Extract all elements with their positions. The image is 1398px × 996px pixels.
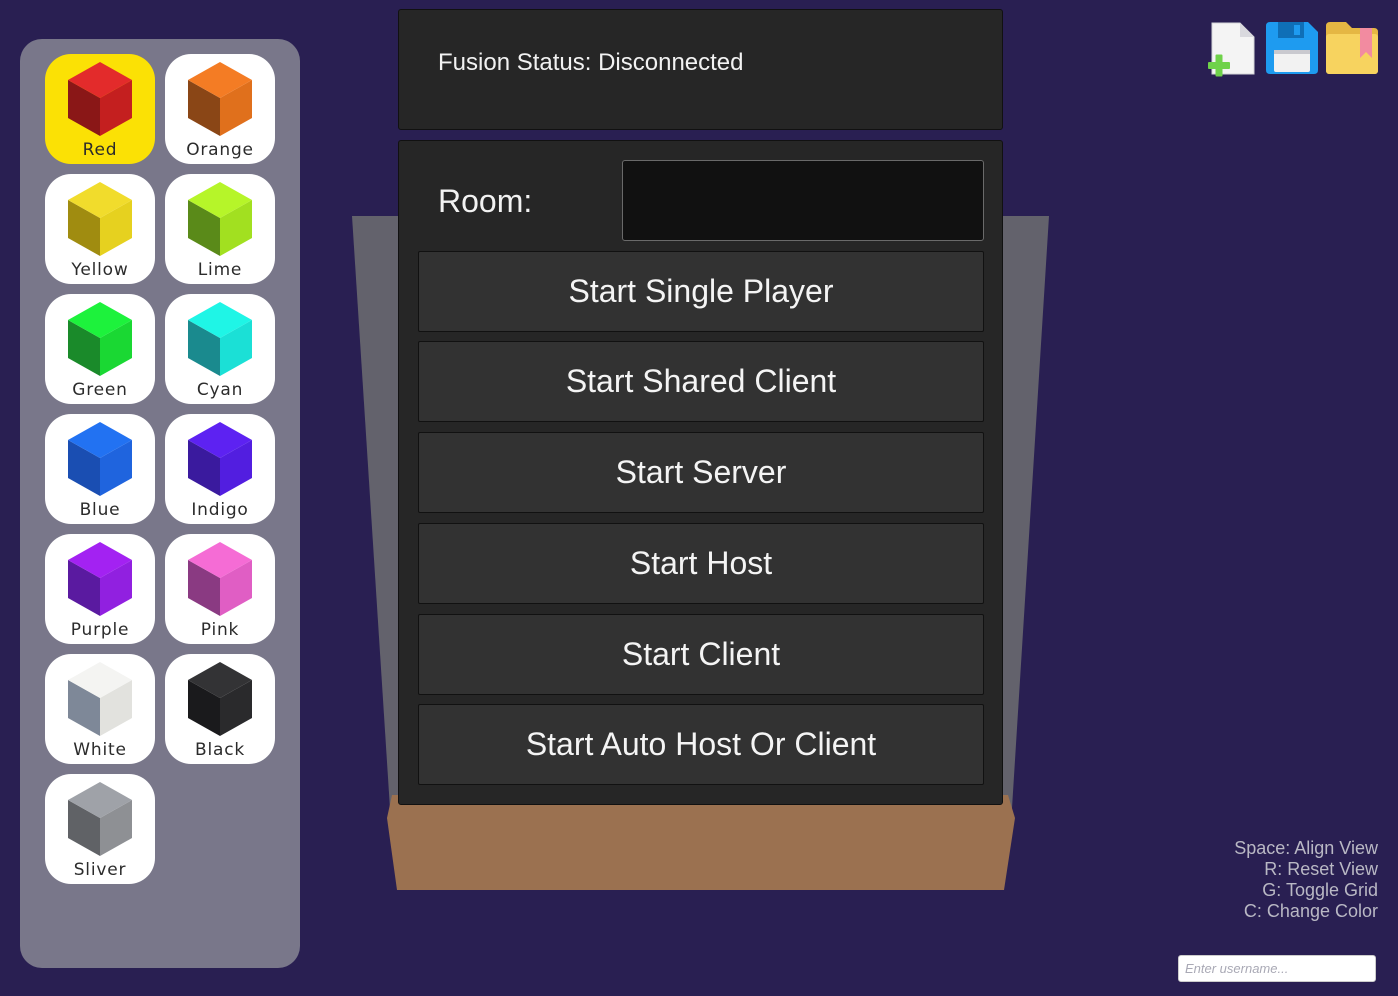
cube-icon-yellow xyxy=(68,182,132,256)
wooden-base xyxy=(387,795,1015,890)
color-swatch-green[interactable]: Green xyxy=(45,294,155,404)
color-swatch-label: Red xyxy=(82,140,118,160)
hint-reset-view: R: Reset View xyxy=(1264,859,1378,879)
hint-toggle-grid: G: Toggle Grid xyxy=(1262,880,1378,900)
cube-icon-indigo xyxy=(188,422,252,496)
start-client-button[interactable]: Start Client xyxy=(418,614,984,695)
color-swatch-black[interactable]: Black xyxy=(165,654,275,764)
start-menu-panel: Room: Start Single Player Start Shared C… xyxy=(398,140,1003,805)
save-icon[interactable] xyxy=(1264,20,1320,76)
color-swatch-lime[interactable]: Lime xyxy=(165,174,275,284)
open-folder-icon[interactable] xyxy=(1324,20,1380,76)
color-swatch-label: Yellow xyxy=(71,260,129,280)
color-swatch-purple[interactable]: Purple xyxy=(45,534,155,644)
start-single-player-button[interactable]: Start Single Player xyxy=(418,251,984,332)
color-swatch-label: Pink xyxy=(200,620,240,640)
cube-icon-pink xyxy=(188,542,252,616)
cube-icon-blue xyxy=(68,422,132,496)
cube-icon-white xyxy=(68,662,132,736)
room-input[interactable] xyxy=(622,160,984,241)
color-swatch-label: Cyan xyxy=(196,380,244,400)
color-swatch-yellow[interactable]: Yellow xyxy=(45,174,155,284)
start-auto-host-or-client-button[interactable]: Start Auto Host Or Client xyxy=(418,704,984,785)
username-input[interactable] xyxy=(1178,955,1376,982)
color-swatch-label: Sliver xyxy=(73,860,127,880)
color-swatch-label: Green xyxy=(72,380,128,400)
cube-icon-purple xyxy=(68,542,132,616)
cube-icon-cyan xyxy=(188,302,252,376)
cube-icon-green xyxy=(68,302,132,376)
cube-icon-red xyxy=(68,62,132,136)
cube-icon-sliver xyxy=(68,782,132,856)
color-swatch-label: Orange xyxy=(186,140,254,160)
color-swatch-blue[interactable]: Blue xyxy=(45,414,155,524)
color-swatch-sliver[interactable]: Sliver xyxy=(45,774,155,884)
start-host-button[interactable]: Start Host xyxy=(418,523,984,604)
color-swatch-pink[interactable]: Pink xyxy=(165,534,275,644)
color-swatch-label: Black xyxy=(195,740,245,760)
color-swatch-white[interactable]: White xyxy=(45,654,155,764)
color-palette-panel: Red Orange Yellow Lime Green Cyan Blue Indigo Pu… xyxy=(20,39,300,968)
new-file-icon[interactable] xyxy=(1206,20,1258,78)
cube-icon-black xyxy=(188,662,252,736)
hint-align-view: Space: Align View xyxy=(1234,838,1378,858)
start-shared-client-button[interactable]: Start Shared Client xyxy=(418,341,984,422)
color-swatch-label: Purple xyxy=(70,620,130,640)
cube-icon-lime xyxy=(188,182,252,256)
color-swatch-label: Blue xyxy=(79,500,121,520)
color-swatch-label: White xyxy=(73,740,127,760)
keyboard-hints: Space: Align View R: Reset View G: Toggl… xyxy=(1234,838,1378,922)
color-swatch-label: Indigo xyxy=(191,500,249,520)
room-label: Room: xyxy=(438,183,533,219)
color-swatch-indigo[interactable]: Indigo xyxy=(165,414,275,524)
fusion-status-text: Fusion Status: Disconnected xyxy=(438,49,744,76)
color-swatch-cyan[interactable]: Cyan xyxy=(165,294,275,404)
color-swatch-label: Lime xyxy=(197,260,243,280)
start-server-button[interactable]: Start Server xyxy=(418,432,984,513)
cube-icon-orange xyxy=(188,62,252,136)
color-swatch-red[interactable]: Red xyxy=(45,54,155,164)
status-panel: Fusion Status: Disconnected xyxy=(398,9,1003,130)
hint-change-color: C: Change Color xyxy=(1243,901,1378,921)
color-swatch-orange[interactable]: Orange xyxy=(165,54,275,164)
